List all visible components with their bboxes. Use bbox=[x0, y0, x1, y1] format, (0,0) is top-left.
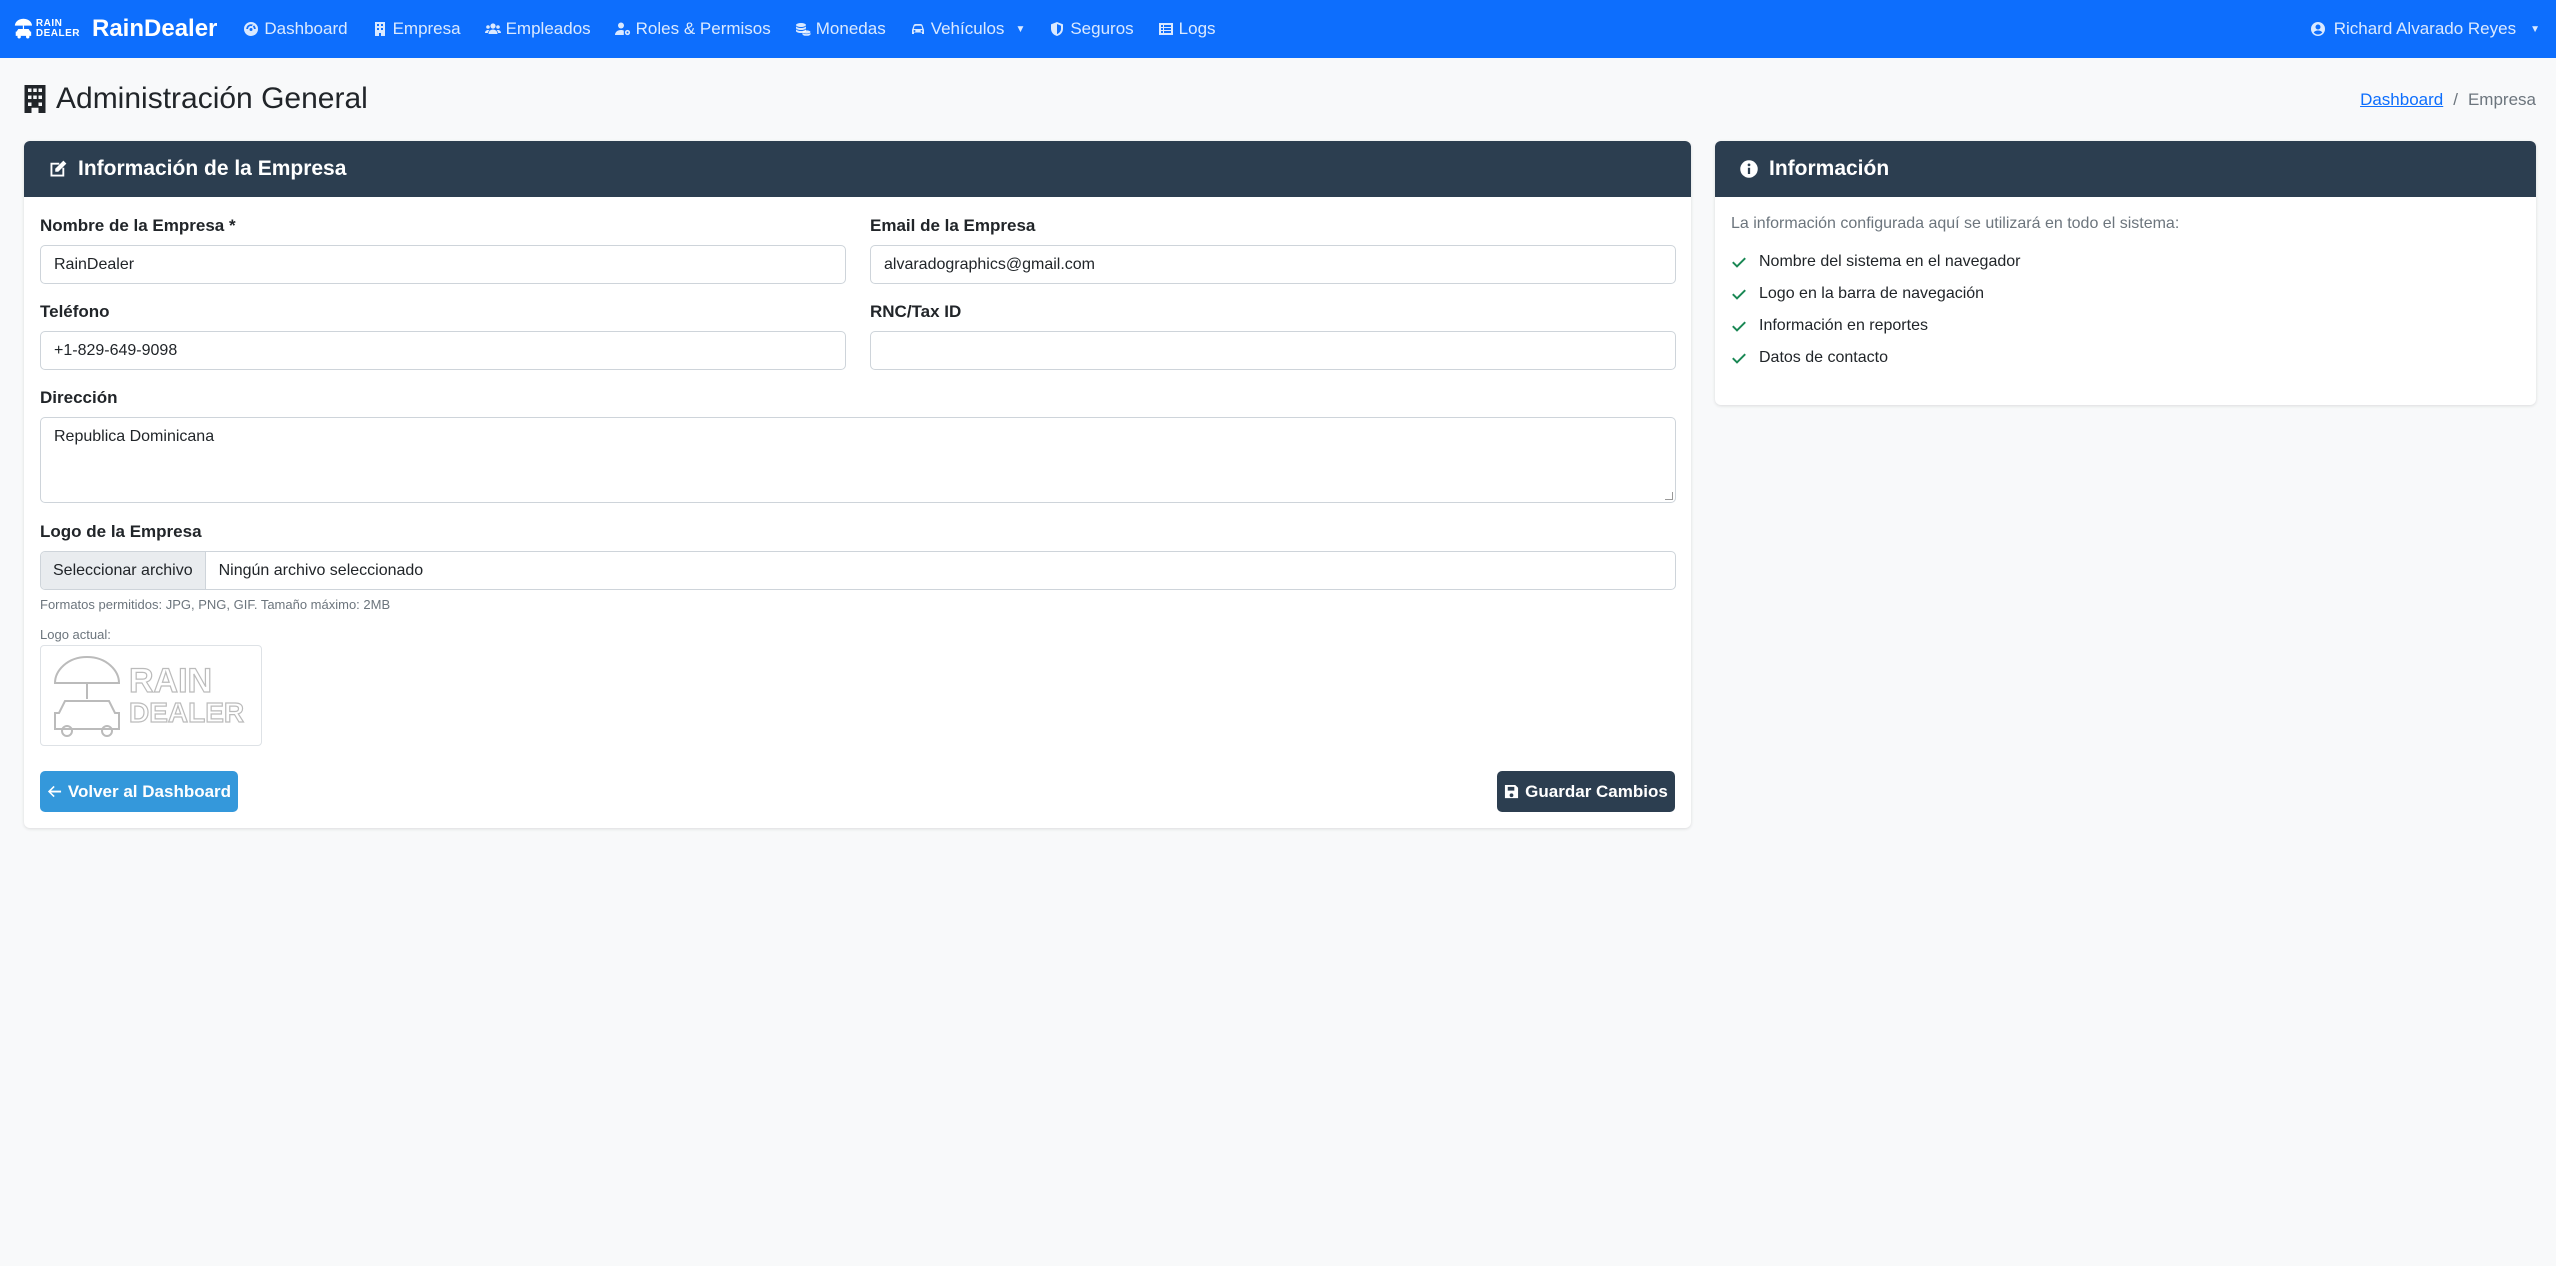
nav-empleados-label: Empleados bbox=[505, 19, 591, 38]
brand-name: RainDealer bbox=[92, 15, 218, 42]
formats-hint: Formatos permitidos: JPG, PNG, GIF. Tama… bbox=[40, 597, 391, 612]
car-icon bbox=[911, 24, 924, 34]
page-title: Administración General bbox=[24, 82, 368, 116]
nav-roles-label: Roles & Permisos bbox=[635, 19, 771, 38]
logo-label: Logo de la Empresa bbox=[40, 522, 202, 541]
company-name-label: Nombre de la Empresa * bbox=[40, 216, 236, 235]
list-item: Nombre del sistema en el navegador bbox=[1731, 246, 2020, 278]
info-item-text: Datos de contacto bbox=[1759, 349, 1888, 366]
company-email-label: Email de la Empresa bbox=[870, 216, 1036, 235]
info-card: Información La información configurada a… bbox=[1715, 141, 2536, 405]
address-text: Republica Dominicana bbox=[54, 428, 215, 445]
nav-monedas-label: Monedas bbox=[815, 19, 886, 38]
user-circle-icon bbox=[2310, 22, 2325, 36]
info-card-title: Información bbox=[1769, 157, 1890, 180]
user-name: Richard Alvarado Reyes bbox=[2333, 19, 2517, 38]
check-icon bbox=[1732, 321, 1746, 332]
shield-icon bbox=[1051, 22, 1064, 36]
info-item-text: Logo en la barra de navegación bbox=[1759, 285, 1985, 302]
coins-icon bbox=[795, 23, 811, 36]
nav-empleados[interactable]: Empleados bbox=[484, 19, 591, 39]
select-file-button[interactable]: Seleccionar archivo bbox=[41, 552, 206, 589]
building-icon bbox=[374, 22, 385, 36]
breadcrumb: Dashboard / Empresa bbox=[2360, 90, 2536, 110]
info-circle-icon bbox=[1740, 160, 1758, 178]
nav-seguros-label: Seguros bbox=[1070, 19, 1134, 38]
tax-id-input[interactable] bbox=[870, 331, 1676, 370]
save-button-label: Guardar Cambios bbox=[1525, 781, 1668, 801]
current-logo-text-1: RAIN bbox=[128, 661, 213, 700]
breadcrumb-dashboard-link[interactable]: Dashboard bbox=[2360, 90, 2443, 110]
list-item: Datos de contacto bbox=[1731, 342, 2020, 374]
info-item-text: Nombre del sistema en el navegador bbox=[1759, 253, 2021, 270]
nav-empresa-label: Empresa bbox=[392, 19, 461, 38]
page-title-text: Administración General bbox=[56, 82, 368, 115]
info-card-header: Información bbox=[1715, 141, 2536, 197]
current-logo-label: Logo actual: bbox=[40, 627, 111, 642]
nav-roles-permisos[interactable]: Roles & Permisos bbox=[614, 19, 771, 39]
edit-icon bbox=[50, 160, 67, 177]
user-cog-icon bbox=[614, 22, 630, 36]
save-changes-button[interactable]: Guardar Cambios bbox=[1497, 771, 1675, 812]
logo-file-input[interactable]: Seleccionar archivo Ningún archivo selec… bbox=[40, 551, 1676, 590]
arrow-left-icon bbox=[47, 785, 61, 798]
nav-logs[interactable]: Logs bbox=[1158, 19, 1216, 39]
check-icon bbox=[1732, 289, 1746, 300]
breadcrumb-separator: / bbox=[2453, 90, 2458, 109]
list-icon bbox=[1158, 23, 1173, 35]
umbrella-car-logo-icon bbox=[53, 655, 121, 737]
navbar: RAIN DEALER RainDealer Dashboard Empresa… bbox=[0, 0, 2556, 58]
company-info-card: Información de la Empresa Nombre de la E… bbox=[24, 141, 1691, 828]
file-status-text: Ningún archivo seleccionado bbox=[218, 561, 424, 579]
list-item: Logo en la barra de navegación bbox=[1731, 278, 2020, 310]
save-icon bbox=[1505, 784, 1519, 799]
chevron-down-icon: ▼ bbox=[1015, 23, 1026, 35]
company-email-input[interactable]: alvaradographics@gmail.com bbox=[870, 245, 1676, 284]
nav-seguros[interactable]: Seguros bbox=[1049, 19, 1134, 39]
phone-input[interactable]: +1-829-649-9098 bbox=[40, 331, 846, 370]
company-name-input[interactable]: RainDealer bbox=[40, 245, 846, 284]
back-button-label: Volver al Dashboard bbox=[67, 781, 232, 801]
brand-logo: RAIN DEALER bbox=[14, 11, 80, 47]
back-to-dashboard-button[interactable]: Volver al Dashboard bbox=[40, 771, 238, 812]
user-menu-dropdown[interactable]: Richard Alvarado Reyes ▼ bbox=[2310, 0, 2540, 58]
umbrella-car-icon bbox=[14, 18, 33, 39]
building-icon bbox=[24, 85, 46, 113]
nav-vehiculos-label: Vehículos bbox=[930, 19, 1005, 38]
nav-empresa[interactable]: Empresa bbox=[372, 19, 461, 39]
current-logo-text-2: DEALER bbox=[128, 696, 245, 728]
info-item-text: Información en reportes bbox=[1759, 317, 1928, 334]
users-icon bbox=[484, 23, 501, 34]
address-label: Dirección bbox=[40, 388, 118, 407]
tax-id-label: RNC/Tax ID bbox=[870, 302, 962, 321]
nav-dashboard[interactable]: Dashboard bbox=[243, 19, 348, 39]
list-item: Información en reportes bbox=[1731, 310, 2020, 342]
phone-label: Teléfono bbox=[40, 302, 110, 321]
info-list: Nombre del sistema en el navegador Logo … bbox=[1731, 246, 2020, 374]
company-info-card-header: Información de la Empresa bbox=[24, 141, 1691, 197]
brand-link[interactable]: RAIN DEALER RainDealer bbox=[14, 11, 217, 47]
nav-dashboard-label: Dashboard bbox=[264, 19, 348, 38]
breadcrumb-current: Empresa bbox=[2467, 90, 2536, 109]
chevron-down-icon: ▼ bbox=[2530, 23, 2540, 35]
nav-monedas[interactable]: Monedas bbox=[795, 19, 886, 39]
check-icon bbox=[1732, 353, 1746, 364]
tachometer-icon bbox=[244, 22, 259, 36]
check-icon bbox=[1732, 257, 1746, 268]
company-info-card-title: Información de la Empresa bbox=[78, 157, 347, 180]
info-intro-text: La información configurada aquí se utili… bbox=[1731, 215, 2180, 232]
current-logo-image: RAIN DEALER bbox=[40, 645, 262, 746]
nav-logs-label: Logs bbox=[1178, 19, 1216, 38]
nav-vehiculos-dropdown[interactable]: Vehículos ▼ bbox=[910, 19, 1026, 39]
brand-logo-text-2: DEALER bbox=[35, 28, 80, 39]
resize-handle[interactable] bbox=[1665, 492, 1673, 500]
address-textarea[interactable]: Republica Dominicana bbox=[40, 417, 1676, 503]
